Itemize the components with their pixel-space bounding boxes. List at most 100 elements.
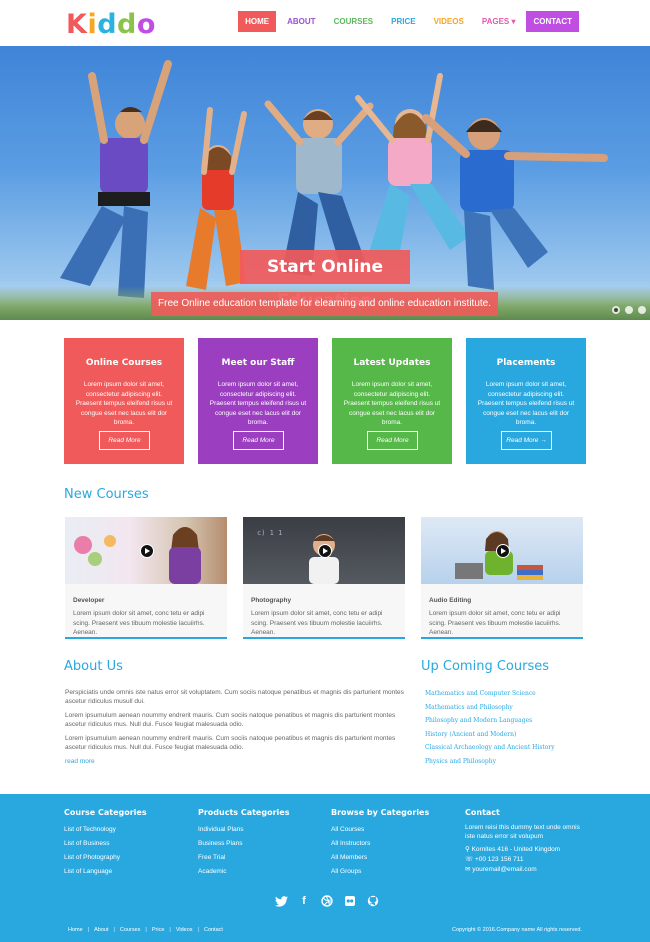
course-text: Lorem ipsum dolor sit amet, conc tetu er… (73, 610, 205, 636)
read-more-button[interactable]: Read More (367, 431, 418, 450)
contact-phone: ☏ +00 123 156 711 (465, 855, 585, 864)
slider-dot-1[interactable] (612, 306, 620, 314)
course-name: Photography (251, 597, 292, 604)
course-thumbnail[interactable]: c) 1 1 (243, 517, 405, 584)
logo-letter: o (136, 9, 156, 40)
nav-pages-dropdown[interactable]: PAGES ▾ (475, 11, 523, 32)
nav-price[interactable]: PRICE (384, 11, 422, 32)
nav-about[interactable]: ABOUT (280, 11, 322, 32)
new-courses-title: New Courses (64, 487, 149, 502)
main-nav: HOME ABOUT COURSES PRICE VIDEOS PAGES ▾ … (238, 11, 579, 32)
course-card-photography[interactable]: c) 1 1 Photography Lorem ipsum dolor sit… (243, 517, 405, 639)
footer-link[interactable]: Academic (198, 865, 289, 879)
logo-letter: K (66, 9, 88, 40)
footer-nav-separator: | (197, 927, 199, 933)
slider-dots (612, 306, 646, 314)
contact-phone-text: +00 123 156 711 (474, 856, 524, 863)
footer-link[interactable]: Individual Plans (198, 823, 289, 837)
github-icon[interactable] (366, 894, 380, 908)
footer-column-title: Course Categories (64, 808, 147, 817)
site-header: Kiddo HOME ABOUT COURSES PRICE VIDEOS PA… (0, 0, 650, 46)
contact-text: Lorem reisi this dummy text unde omnis i… (465, 824, 580, 840)
read-more-button[interactable]: Read More → (501, 431, 552, 450)
course-card-developer[interactable]: Developer Lorem ipsum dolor sit amet, co… (65, 517, 227, 639)
slider-dot-2[interactable] (625, 306, 633, 314)
feature-title: Online Courses (85, 358, 163, 368)
footer-link[interactable]: All Groups (331, 865, 429, 879)
feature-text: Lorem ipsum dolor sit amet, consectetur … (343, 381, 441, 426)
nav-videos[interactable]: VIDEOS (427, 11, 471, 32)
upcoming-courses-title: Up Coming Courses (421, 659, 549, 674)
upcoming-course-link[interactable]: Classical Archaeology and Ancient Histor… (425, 744, 555, 758)
svg-text:c) 1 1: c) 1 1 (257, 529, 282, 537)
footer-link[interactable]: All Courses (331, 823, 429, 837)
upcoming-course-link[interactable]: Mathematics and Philosophy (425, 704, 555, 718)
footer-link[interactable]: Free Trial (198, 851, 289, 865)
site-footer: Course Categories List of Technology Lis… (0, 794, 650, 942)
about-paragraph: Lorem ipsumulum aenean noummy endrerit m… (65, 712, 396, 728)
read-more-button[interactable]: Read More (99, 431, 150, 450)
dribbble-icon[interactable] (320, 894, 334, 908)
feature-placements: Placements Lorem ipsum dolor sit amet, c… (466, 338, 586, 464)
logo-letter: i (87, 9, 98, 40)
play-icon[interactable] (496, 544, 510, 558)
course-card-audio-editing[interactable]: Audio Editing Lorem ipsum dolor sit amet… (421, 517, 583, 639)
logo-letter: d (97, 9, 118, 40)
footer-link[interactable]: List of Language (64, 865, 147, 879)
contact-address-text: Kornites 416 - United Kingdom (471, 846, 561, 853)
footer-nav-contact[interactable]: Contact (204, 927, 223, 933)
footer-browse-categories: Browse by Categories All Courses All Ins… (331, 808, 429, 879)
twitter-icon[interactable] (274, 894, 288, 908)
upcoming-course-link[interactable]: History (Ancient and Modern) (425, 731, 555, 745)
site-logo[interactable]: Kiddo (66, 10, 156, 40)
footer-contact: Contact Lorem reisi this dummy text unde… (465, 808, 585, 878)
footer-link[interactable]: Business Plans (198, 837, 289, 851)
footer-link[interactable]: All Instructors (331, 837, 429, 851)
course-thumbnail[interactable] (421, 517, 583, 584)
footer-bottom-nav: Home | About | Courses | Price | Videos | Con… (68, 927, 223, 933)
course-thumbnail[interactable] (65, 517, 227, 584)
footer-nav-price[interactable]: Price (152, 927, 165, 933)
feature-title: Placements (496, 358, 556, 368)
footer-nav-separator: | (169, 927, 171, 933)
footer-nav-separator: | (113, 927, 115, 933)
upcoming-course-link[interactable]: Physics and Philosophy (425, 758, 555, 772)
nav-contact[interactable]: CONTACT (526, 11, 579, 32)
hero-subtitle: Free Online education template for elear… (151, 292, 498, 316)
footer-nav-videos[interactable]: Videos (176, 927, 193, 933)
feature-title: Latest Updates (353, 358, 431, 368)
logo-letter: d (117, 9, 137, 40)
nav-courses[interactable]: COURSES (327, 11, 381, 32)
play-icon[interactable] (318, 544, 332, 558)
read-more-button[interactable]: Read More (233, 431, 284, 450)
slider-dot-3[interactable] (638, 306, 646, 314)
footer-nav-courses[interactable]: Courses (120, 927, 140, 933)
social-links: f (274, 894, 380, 908)
footer-link[interactable]: List of Photography (64, 851, 147, 865)
contact-email-text[interactable]: youremail@email.com (472, 866, 536, 873)
footer-link[interactable]: List of Business (64, 837, 147, 851)
flickr-icon[interactable] (343, 894, 357, 908)
feature-online-courses: Online Courses Lorem ipsum dolor sit ame… (64, 338, 184, 464)
copyright-text: Copyright © 2016.Company name All rights… (451, 927, 582, 933)
about-read-more-link[interactable]: read more (65, 757, 405, 766)
feature-meet-staff: Meet our Staff Lorem ipsum dolor sit ame… (198, 338, 318, 464)
footer-link[interactable]: All Members (331, 851, 429, 865)
about-paragraph: Lorem ipsumulum aenean noummy endrerit m… (65, 735, 396, 751)
about-content: Perspiciatis unde omnis iste natus error… (65, 688, 405, 766)
footer-nav-about[interactable]: About (94, 927, 108, 933)
contact-email[interactable]: ✉ youremail@email.com (465, 865, 585, 874)
contact-address: ⚲ Kornites 416 - United Kingdom (465, 845, 585, 854)
facebook-icon[interactable]: f (297, 894, 311, 908)
feature-text: Lorem ipsum dolor sit amet, consectetur … (477, 381, 575, 426)
footer-nav-home[interactable]: Home (68, 927, 83, 933)
map-marker-icon: ⚲ (465, 846, 472, 853)
hero-title: Start Online Education (240, 250, 410, 311)
footer-link[interactable]: List of Technology (64, 823, 147, 837)
upcoming-course-link[interactable]: Philosophy and Modern Languages (425, 717, 555, 731)
footer-column-title: Browse by Categories (331, 808, 430, 817)
nav-home[interactable]: HOME (238, 11, 277, 32)
phone-icon: ☏ (465, 856, 475, 863)
upcoming-course-link[interactable]: Mathematics and Computer Science (425, 690, 555, 704)
play-icon[interactable] (140, 544, 154, 558)
